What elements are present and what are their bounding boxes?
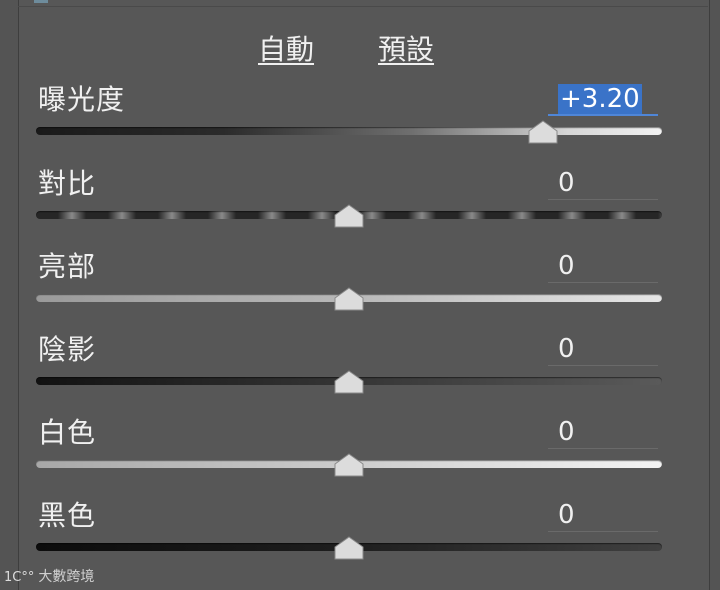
shadows-slider-row: 陰影 0 bbox=[0, 328, 720, 408]
shadows-value-field[interactable]: 0 bbox=[548, 332, 658, 366]
contrast-label: 對比 bbox=[38, 167, 97, 200]
whites-value-text: 0 bbox=[558, 417, 575, 447]
exposure-slider-row: 曝光度 +3.20 bbox=[0, 78, 720, 158]
exposure-value-text: +3.20 bbox=[558, 84, 642, 114]
watermark-logo: 1C°° bbox=[4, 570, 35, 585]
shadows-value-text: 0 bbox=[558, 334, 575, 364]
preset-button[interactable]: 預設 bbox=[378, 28, 434, 68]
auto-button[interactable]: 自動 bbox=[258, 28, 314, 68]
panel-top-divider bbox=[18, 6, 708, 7]
whites-slider-row: 白色 0 bbox=[0, 411, 720, 491]
panel-corner-mark bbox=[34, 0, 48, 3]
blacks-value-text: 0 bbox=[558, 500, 575, 530]
blacks-label: 黑色 bbox=[38, 499, 97, 532]
contrast-value-text: 0 bbox=[558, 168, 575, 198]
highlights-slider-row: 亮部 0 bbox=[0, 245, 720, 325]
shadows-thumb[interactable] bbox=[334, 370, 364, 394]
exposure-label: 曝光度 bbox=[38, 83, 126, 116]
blacks-value-field[interactable]: 0 bbox=[548, 498, 658, 532]
whites-value-field[interactable]: 0 bbox=[548, 415, 658, 449]
exposure-track[interactable] bbox=[36, 127, 662, 135]
blacks-thumb[interactable] bbox=[334, 536, 364, 560]
watermark-text: 大數跨境 bbox=[38, 569, 95, 585]
highlights-value-field[interactable]: 0 bbox=[548, 249, 658, 283]
highlights-label: 亮部 bbox=[38, 250, 97, 283]
contrast-slider-row: 對比 0 bbox=[0, 162, 720, 242]
whites-thumb[interactable] bbox=[334, 453, 364, 477]
shadows-label: 陰影 bbox=[38, 333, 97, 366]
contrast-thumb[interactable] bbox=[334, 204, 364, 228]
whites-label: 白色 bbox=[38, 416, 97, 449]
highlights-value-text: 0 bbox=[558, 251, 575, 281]
blacks-slider-row: 黑色 0 bbox=[0, 494, 720, 574]
exposure-thumb[interactable] bbox=[528, 120, 558, 144]
highlights-thumb[interactable] bbox=[334, 287, 364, 311]
contrast-value-field[interactable]: 0 bbox=[548, 166, 658, 200]
exposure-value-field[interactable]: +3.20 bbox=[548, 82, 658, 116]
watermark: 1C°° 大數跨境 bbox=[4, 566, 94, 586]
